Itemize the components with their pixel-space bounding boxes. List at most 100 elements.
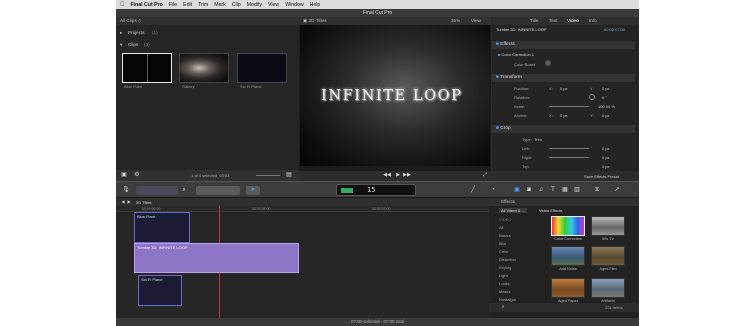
- anchor-x-value[interactable]: 0 px: [560, 113, 568, 118]
- clip-thumbnail-blue-flare[interactable]: [122, 53, 172, 83]
- effects-filter-menu[interactable]: All Video & ...: [499, 208, 527, 213]
- scale-value[interactable]: 100.00 %: [598, 104, 615, 109]
- clip-name: Blue Flare: [124, 84, 143, 89]
- rotation-dial[interactable]: [589, 94, 595, 100]
- position-y-value[interactable]: 0 px: [602, 86, 610, 91]
- category-item[interactable]: Blur: [499, 241, 506, 246]
- generators-browser-icon[interactable]: ▦: [560, 186, 570, 195]
- menu-help[interactable]: Help: [310, 2, 321, 8]
- effect-artifacts[interactable]: [591, 278, 625, 298]
- play-icon[interactable]: ▶: [395, 171, 401, 180]
- timeline-clip-tumble-3d[interactable]: Tumble 3D: INFINITE LOOP: [134, 243, 299, 273]
- edit-buttons-group[interactable]: [196, 186, 240, 195]
- effect-add-noise[interactable]: [551, 246, 585, 266]
- gear-icon[interactable]: ⚙: [132, 171, 142, 180]
- microphone-icon[interactable]: 🎙: [122, 186, 130, 195]
- tab-info[interactable]: Info: [589, 17, 597, 25]
- ruler-tick: 00:00:10:00: [372, 207, 391, 211]
- save-effects-preset-button[interactable]: Save Effects Preset: [584, 174, 619, 179]
- keyword-icon[interactable]: ⌕: [180, 186, 188, 195]
- effect-aged-film[interactable]: [591, 246, 625, 266]
- tab-text[interactable]: Text: [549, 17, 557, 25]
- anchor-y-value[interactable]: 0 px: [602, 113, 610, 118]
- crop-left-value[interactable]: 0 px: [602, 146, 610, 151]
- crop-type-value[interactable]: Trim: [534, 137, 542, 142]
- fast-forward-icon[interactable]: ▶▶: [403, 171, 411, 180]
- clips-disclosure-icon[interactable]: ▾: [120, 42, 122, 48]
- category-item[interactable]: Basics: [499, 233, 511, 238]
- clip-split-line: [147, 54, 148, 82]
- menu-clip[interactable]: Clip: [232, 2, 241, 8]
- fullscreen-icon[interactable]: ⤢: [481, 171, 489, 180]
- effect-50s-tv[interactable]: [591, 216, 625, 236]
- transitions-browser-icon[interactable]: ⧖: [592, 186, 602, 195]
- rotation-value[interactable]: 0 °: [602, 95, 607, 100]
- category-item[interactable]: All: [499, 225, 503, 230]
- filmstrip-icon[interactable]: ▤: [284, 171, 294, 180]
- effect-color-correction[interactable]: [551, 216, 585, 236]
- crop-right-slider[interactable]: [549, 157, 589, 158]
- browser-header[interactable]: All Clips ◇: [116, 17, 299, 25]
- rewind-icon[interactable]: ◀◀: [383, 171, 391, 180]
- clips-label[interactable]: Clips: [128, 42, 138, 47]
- effect-item[interactable]: ■ Color Correction 1: [498, 52, 534, 57]
- apple-menu-icon[interactable]: : [120, 2, 125, 8]
- effects-section-label: Effects: [500, 42, 515, 47]
- crop-right-value[interactable]: 0 px: [602, 155, 610, 160]
- category-item[interactable]: Looks: [499, 281, 510, 286]
- menu-edit[interactable]: Edit: [183, 2, 192, 8]
- category-item[interactable]: Light: [499, 273, 508, 278]
- category-item[interactable]: Distortion: [499, 257, 516, 262]
- library-toggle-icon[interactable]: ▣: [120, 171, 128, 180]
- position-x-value[interactable]: 0 px: [560, 86, 568, 91]
- effects-browser-icon[interactable]: ▣: [512, 186, 522, 195]
- tab-video[interactable]: Video: [567, 17, 579, 25]
- timeline-clip-blue-flare[interactable]: Blue Flare: [134, 212, 190, 243]
- menu-app[interactable]: Final Cut Pro: [131, 2, 163, 8]
- blade-icon[interactable]: ╱: [468, 186, 478, 195]
- crop-section-header[interactable]: ■ Crop: [492, 125, 635, 133]
- select-tool-button[interactable]: ➤: [246, 186, 260, 195]
- menu-modify[interactable]: Modify: [247, 2, 262, 8]
- effects-browser: Effects All Video & ... Video Effects VI…: [489, 198, 639, 318]
- share-icon[interactable]: ↗: [612, 186, 622, 195]
- music-browser-icon[interactable]: ♫: [536, 186, 546, 195]
- crop-top-value[interactable]: 0 px: [602, 164, 610, 169]
- effect-aged-paper[interactable]: [551, 278, 585, 298]
- viewer-view-menu[interactable]: View: [471, 17, 481, 25]
- photos-browser-icon[interactable]: ◙: [524, 186, 534, 195]
- menu-trim[interactable]: Trim: [198, 2, 208, 8]
- category-item[interactable]: Color: [499, 249, 509, 254]
- clip-thumbnail-sci-fi-plane[interactable]: [237, 53, 287, 83]
- dashboard-timecode[interactable]: 15: [336, 184, 416, 196]
- menu-view[interactable]: View: [268, 2, 279, 8]
- effects-section-header[interactable]: ■ Effects: [492, 41, 635, 49]
- search-icon[interactable]: ⌕: [499, 303, 507, 312]
- timeline[interactable]: 00:00:00:00 00:00:05:00 00:00:10:00 Blue…: [116, 206, 489, 318]
- titles-browser-icon[interactable]: T: [548, 186, 558, 195]
- forward-icon[interactable]: ▶: [126, 197, 132, 206]
- scale-slider[interactable]: [549, 106, 589, 107]
- themes-browser-icon[interactable]: ▥: [572, 186, 582, 195]
- thumbnail-size-slider[interactable]: [256, 175, 280, 176]
- category-item[interactable]: Nostalgia: [499, 297, 516, 302]
- crop-left-slider[interactable]: [549, 148, 589, 149]
- timeline-clip-sci-fi-plane[interactable]: Sci-Fi Plane: [138, 275, 182, 306]
- projects-disclosure-icon[interactable]: ▸: [120, 30, 122, 36]
- background-tasks-indicator[interactable]: [341, 188, 353, 193]
- viewer-canvas[interactable]: INFINITE LOOP: [300, 25, 490, 166]
- menu-file[interactable]: File: [169, 2, 177, 8]
- viewer-zoom[interactable]: 35%: [451, 17, 460, 25]
- category-item[interactable]: Masks: [499, 289, 511, 294]
- import-media-button[interactable]: [136, 186, 178, 195]
- transform-section-header[interactable]: ■ Transform: [492, 74, 635, 82]
- category-item[interactable]: Keying: [499, 265, 511, 270]
- color-board-arrow-icon[interactable]: ›: [545, 60, 551, 66]
- effect-name: Color Correction: [554, 237, 582, 241]
- menu-window[interactable]: Window: [285, 2, 303, 8]
- retime-icon[interactable]: ◔: [488, 186, 498, 195]
- projects-label[interactable]: Projects: [128, 30, 145, 35]
- tab-title[interactable]: Title: [530, 17, 539, 25]
- menu-mark[interactable]: Mark: [214, 2, 226, 8]
- clip-thumbnail-galaxy[interactable]: [179, 53, 229, 83]
